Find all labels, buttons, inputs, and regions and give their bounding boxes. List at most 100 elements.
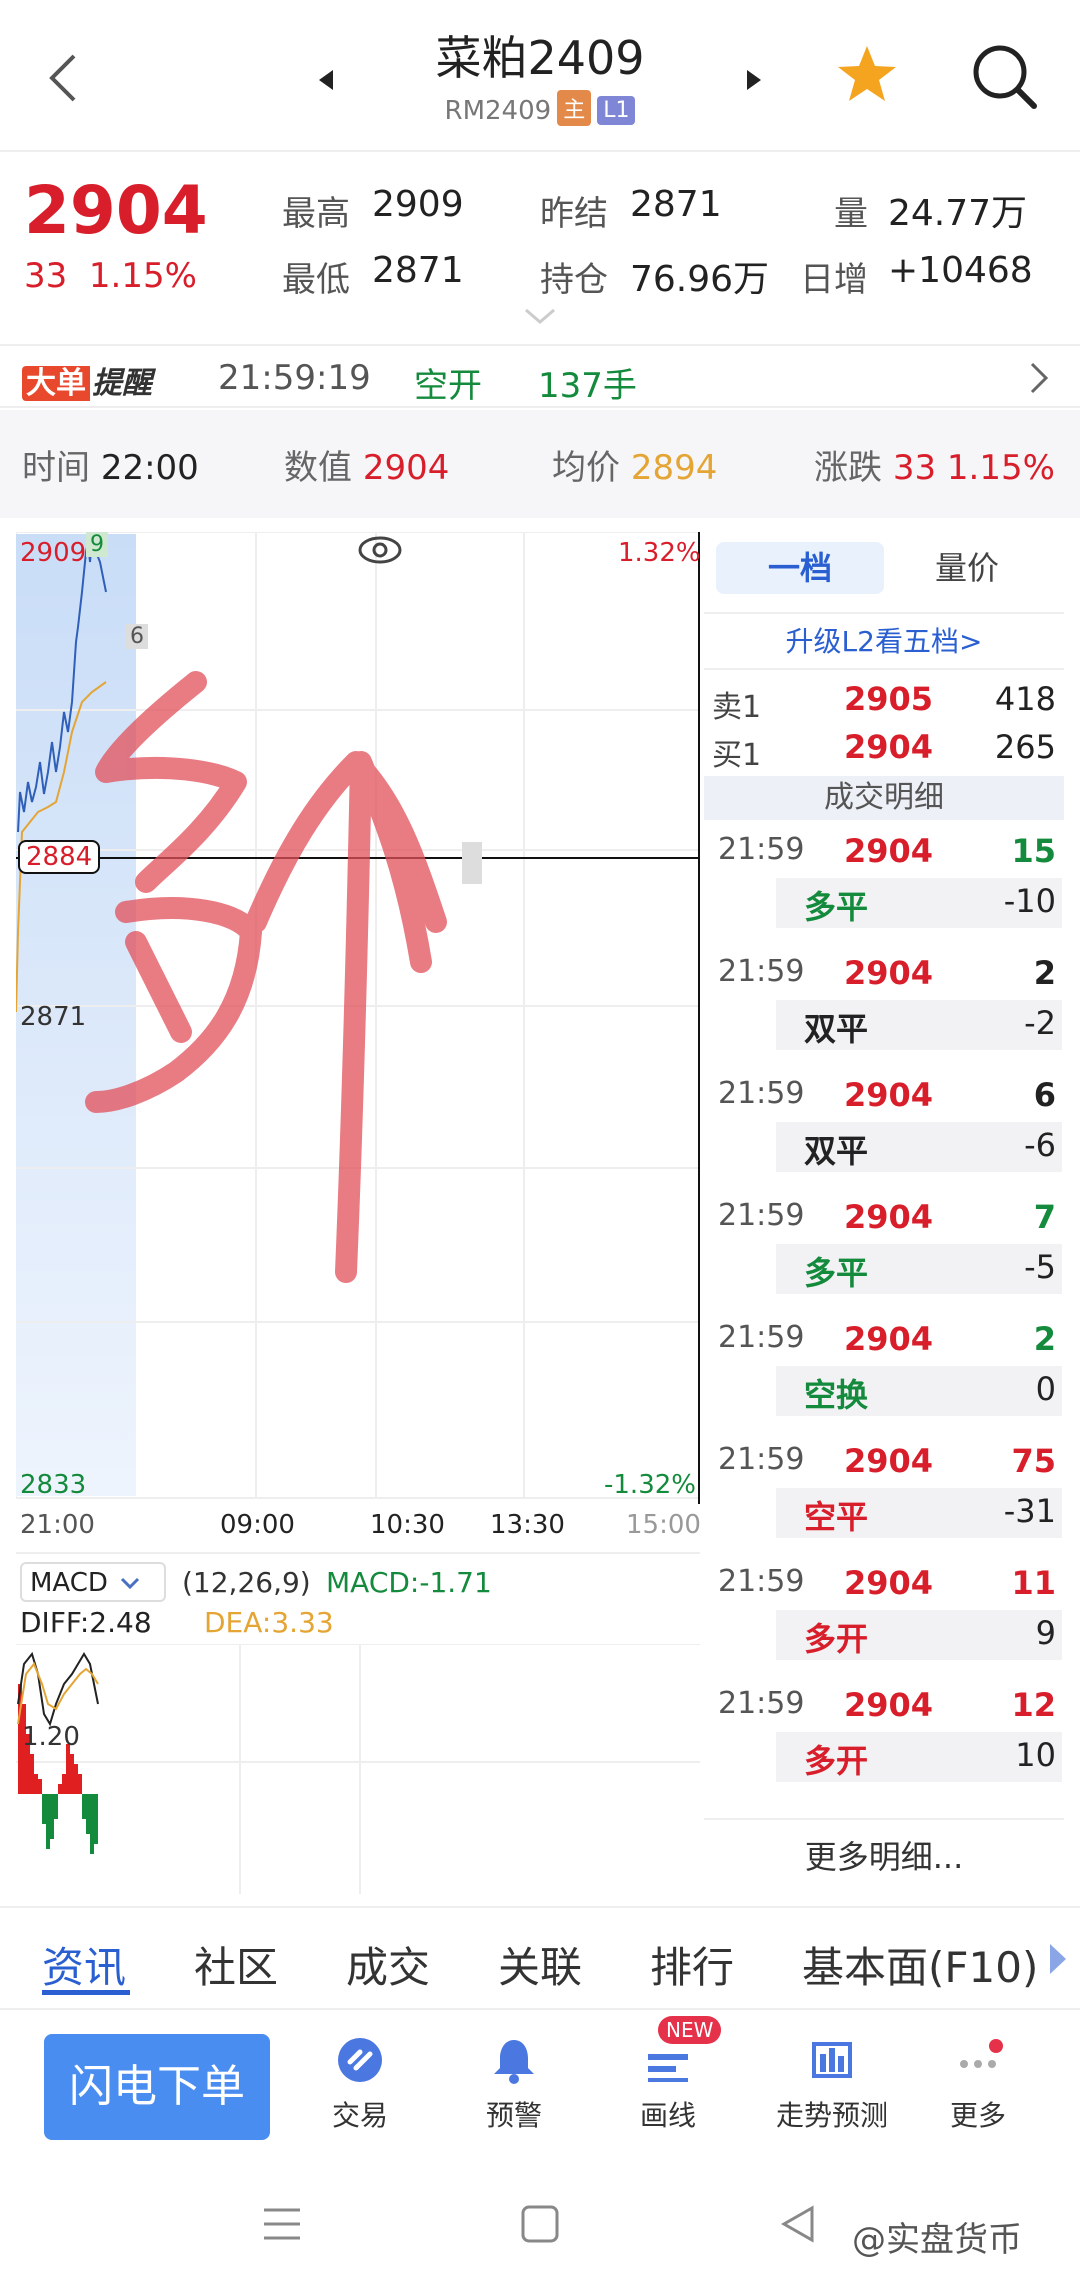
info-avg-value: 2894 (630, 448, 718, 488)
alert-lots: 137手 (538, 366, 637, 406)
back-arrow-icon[interactable] (36, 42, 96, 114)
panel-toggle-handle[interactable] (462, 842, 482, 884)
expand-chevron-icon[interactable] (522, 306, 558, 326)
contract-code-row: RM2409 主 L1 (340, 90, 740, 126)
trade-volume: 75 (1011, 1442, 1056, 1480)
price-change: 33 1.15% (24, 256, 197, 296)
diff-value: DIFF:2.48 (20, 1606, 152, 1639)
scroll-right-icon[interactable] (1048, 1942, 1068, 1980)
info-time: 时间 22:00 (22, 440, 199, 489)
trend-forecast-button[interactable]: 走势预测 (752, 2034, 912, 2134)
tab-community[interactable]: 社区 (194, 1934, 278, 1995)
tab-volume-price[interactable]: 量价 (892, 542, 1042, 594)
trade-volume: 11 (1011, 1564, 1056, 1602)
tab-news[interactable]: 资讯 (42, 1934, 126, 1995)
crosshair-price-label: 2884 (18, 840, 101, 874)
alert-action: 空开 (414, 366, 482, 406)
big-order-alert-badge: 大单 提醒 (22, 358, 152, 401)
watermark: @实盘货币 (852, 2220, 1022, 2260)
trade-row: 21:59 2904 7 多平 -5 (704, 1198, 1064, 1308)
trade-type: 多开 (804, 1742, 869, 1780)
trade-oi-change: -2 (1024, 1004, 1056, 1042)
upgrade-l2-link[interactable]: 升级L2看五档> (704, 620, 1064, 660)
trade-icon (338, 2038, 382, 2082)
trade-type: 空换 (804, 1376, 869, 1414)
change-percent: 1.15% (88, 256, 197, 296)
ask1-label: 卖1 (712, 690, 762, 725)
draw-line-button[interactable]: 画线 NEW (598, 2016, 738, 2134)
prev-contract-icon[interactable] (305, 60, 345, 100)
menu-icon[interactable] (262, 2206, 302, 2246)
more-trades-link[interactable]: 更多明细... (704, 1832, 1064, 1878)
trade-price: 2904 (844, 1076, 934, 1114)
trade-row: 21:59 2904 6 双平 -6 (704, 1076, 1064, 1186)
macd-params: (12,26,9) (182, 1566, 311, 1599)
tab-trades[interactable]: 成交 (346, 1934, 430, 1995)
trade-time: 21:59 (718, 1320, 805, 1355)
trade-price: 2904 (844, 1442, 934, 1480)
main-contract-chip: 主 (557, 90, 592, 126)
trend-forecast-label: 走势预测 (775, 2099, 888, 2132)
trade-oi-change: -10 (1003, 882, 1056, 920)
alert-button[interactable]: 预警 (444, 2034, 584, 2134)
trade-time: 21:59 (718, 1442, 805, 1477)
trade-time: 21:59 (718, 1686, 805, 1721)
chart-bottom-price: 2833 (20, 1470, 87, 1500)
trade-oi-change: 0 (1035, 1370, 1056, 1408)
big-order-alert-row[interactable]: 大单 提醒 21:59:19 空开 137手 (0, 344, 1080, 408)
tab-fundamentals[interactable]: 基本面(F10) (802, 1934, 1038, 1995)
tab-related[interactable]: 关联 (498, 1934, 582, 1995)
search-icon[interactable] (966, 38, 1042, 114)
flash-order-button[interactable]: 闪电下单 (44, 2034, 270, 2140)
more-dots-icon (960, 2039, 1003, 2068)
trade-row: 21:59 2904 15 多平 -10 (704, 832, 1064, 942)
trade-button[interactable]: 交易 (290, 2034, 430, 2134)
bid1-label: 买1 (712, 738, 762, 773)
open-interest-value: 76.96万 (630, 259, 770, 300)
eye-icon[interactable] (358, 536, 402, 564)
info-change-label: 涨跌 (814, 448, 882, 488)
action-toolbar: 闪电下单 交易 预警 画线 NEW 走势预测 更多 (0, 2010, 1080, 2160)
macd-axis-tick: 1.20 (22, 1722, 80, 1752)
trade-oi-change: -31 (1003, 1492, 1056, 1530)
divider (704, 1818, 1064, 1820)
trade-time: 21:59 (718, 832, 805, 867)
trade-oi-change: -6 (1024, 1126, 1056, 1164)
more-button[interactable]: 更多 (908, 2034, 1048, 2134)
trade-oi-change: 9 (1035, 1614, 1056, 1652)
draw-line-label: 画线 (639, 2099, 696, 2132)
daily-increase-label: 日增 (800, 260, 868, 300)
chevron-down-icon (121, 1577, 140, 1589)
trade-row: 21:59 2904 12 多开 10 (704, 1686, 1064, 1796)
trade-type: 多平 (804, 1254, 869, 1292)
trade-volume: 2 (1033, 954, 1056, 992)
chart-mid-price: 2871 (20, 1002, 87, 1032)
macd-value: MACD:-1.71 (326, 1566, 492, 1599)
trade-price: 2904 (844, 832, 934, 870)
chart-top-percent: 1.32% (618, 538, 701, 568)
intraday-chart[interactable]: 2909 9 6 1.32% 2884 2871 2833 -1.32% (15, 531, 701, 1892)
info-change-value: 33 (892, 448, 937, 488)
tab-ranking[interactable]: 排行 (650, 1934, 734, 1995)
tab-level1[interactable]: 一档 (716, 542, 884, 594)
indicator-selector[interactable]: MACD (20, 1562, 166, 1602)
trade-type: 双平 (804, 1010, 869, 1048)
favorite-star-icon[interactable] (832, 40, 902, 110)
trade-volume: 12 (1011, 1686, 1056, 1724)
bar-chart-icon (812, 2042, 852, 2078)
trade-volume: 7 (1033, 1198, 1056, 1236)
last-price: 2904 (24, 172, 208, 249)
chevron-right-icon (1024, 358, 1054, 402)
back-triangle-icon[interactable] (778, 2204, 818, 2248)
next-contract-icon[interactable] (735, 60, 775, 100)
trade-price: 2904 (844, 1686, 934, 1724)
handwriting-annotation (85, 671, 447, 1283)
new-badge: NEW (658, 2016, 722, 2044)
trade-time: 21:59 (718, 954, 805, 989)
open-interest-label: 持仓 (540, 260, 608, 300)
order-book-panel: 一档 量价 升级L2看五档> 卖1 2905 418 买1 2904 265 成… (704, 532, 1064, 1892)
trade-price: 2904 (844, 1564, 934, 1602)
home-icon[interactable] (520, 2204, 560, 2248)
trade-time: 21:59 (718, 1076, 805, 1111)
trade-volume: 15 (1011, 832, 1056, 870)
